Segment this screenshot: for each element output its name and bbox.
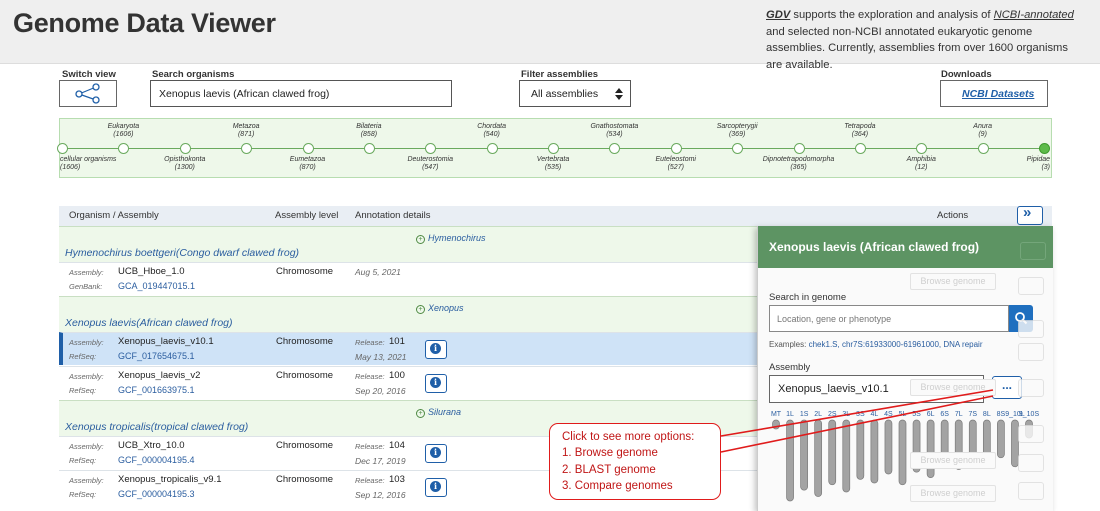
callout-arrow-line — [720, 389, 994, 437]
callout-arrow-line — [720, 395, 994, 453]
callout-line: 3. Compare genomes — [562, 480, 673, 492]
callout-box: Click to see more options: 1. Browse gen… — [549, 423, 721, 500]
callout-line: 2. BLAST genome — [562, 464, 656, 476]
callout-line: 1. Browse genome — [562, 447, 658, 459]
callout-line: Click to see more options: — [562, 431, 695, 443]
